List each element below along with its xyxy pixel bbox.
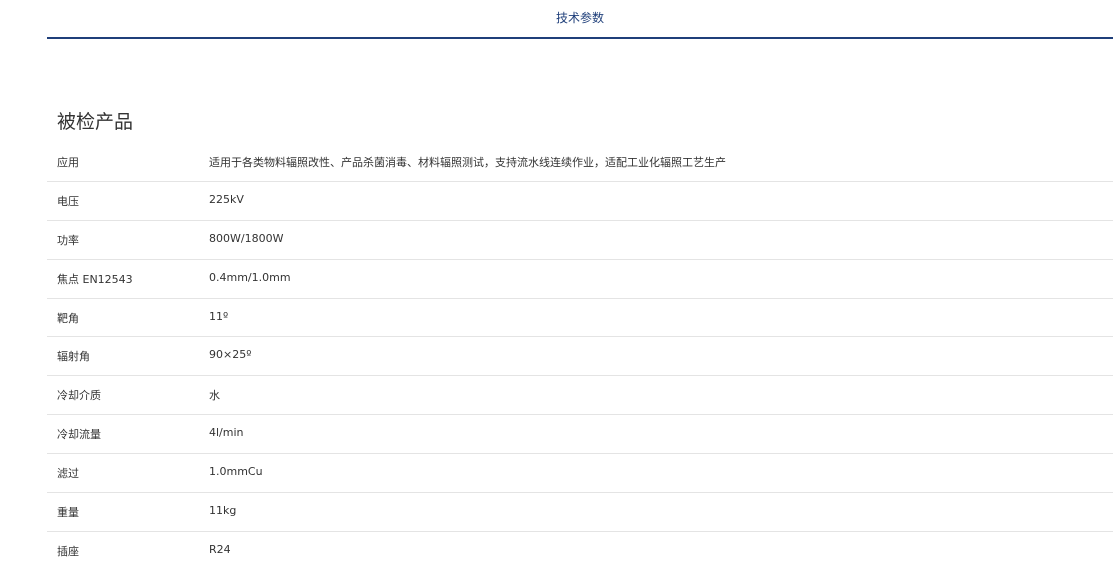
spec-label: 冷却介质 xyxy=(57,389,101,403)
spec-row-socket: 插座 R24 xyxy=(47,532,1113,571)
spec-label: 滤过 xyxy=(57,467,79,481)
spec-value: 225kV xyxy=(209,192,244,206)
spec-label: 焦点 EN12543 xyxy=(57,272,133,286)
spec-value: 4l/min xyxy=(209,426,244,440)
spec-label: 应用 xyxy=(57,156,79,169)
spec-label: 重量 xyxy=(57,506,79,520)
spec-row-focal-spot: 焦点 EN12543 0.4mm/1.0mm xyxy=(47,260,1113,299)
spec-value: 水 xyxy=(209,389,220,403)
spec-label: 冷却流量 xyxy=(57,428,101,442)
spec-value: R24 xyxy=(209,542,231,556)
spec-table: 应用 适用于各类物料辐照改性、产品杀菌消毒、材料辐照测试，支持流水线连续作业，适… xyxy=(47,143,1113,571)
spec-value: 1.0mmCu xyxy=(209,465,263,479)
spec-value: 11kg xyxy=(209,504,237,518)
spec-row-application: 应用 适用于各类物料辐照改性、产品杀菌消毒、材料辐照测试，支持流水线连续作业，适… xyxy=(47,143,1113,182)
spec-row-cooling-flow: 冷却流量 4l/min xyxy=(47,415,1113,455)
section-title: 被检产品 xyxy=(57,111,134,133)
spec-value: 11º xyxy=(209,309,229,323)
tab-technical-parameters[interactable]: 技术参数 xyxy=(47,9,1113,26)
spec-row-filtration: 滤过 1.0mmCu xyxy=(47,454,1113,494)
spec-label: 功率 xyxy=(57,233,79,247)
spec-row-coolant: 冷却介质 水 xyxy=(47,376,1113,416)
spec-label: 插座 xyxy=(57,544,79,558)
spec-row-voltage: 电压 225kV xyxy=(47,182,1113,221)
spec-label: 电压 xyxy=(57,194,79,208)
spec-row-power: 功率 800W/1800W xyxy=(47,221,1113,260)
spec-label: 辐射角 xyxy=(57,350,90,364)
spec-row-radiation-angle: 辐射角 90×25º xyxy=(47,337,1113,377)
spec-value: 90×25º xyxy=(209,348,252,362)
spec-label: 靶角 xyxy=(57,311,79,325)
spec-value: 800W/1800W xyxy=(209,231,284,245)
spec-row-target-angle: 靶角 11º xyxy=(47,299,1113,338)
spec-row-weight: 重量 11kg xyxy=(47,493,1113,532)
spec-value: 适用于各类物料辐照改性、产品杀菌消毒、材料辐照测试，支持流水线连续作业，适配工业… xyxy=(209,156,726,169)
spec-value: 0.4mm/1.0mm xyxy=(209,270,291,284)
tab-bar: 技术参数 xyxy=(47,0,1113,39)
